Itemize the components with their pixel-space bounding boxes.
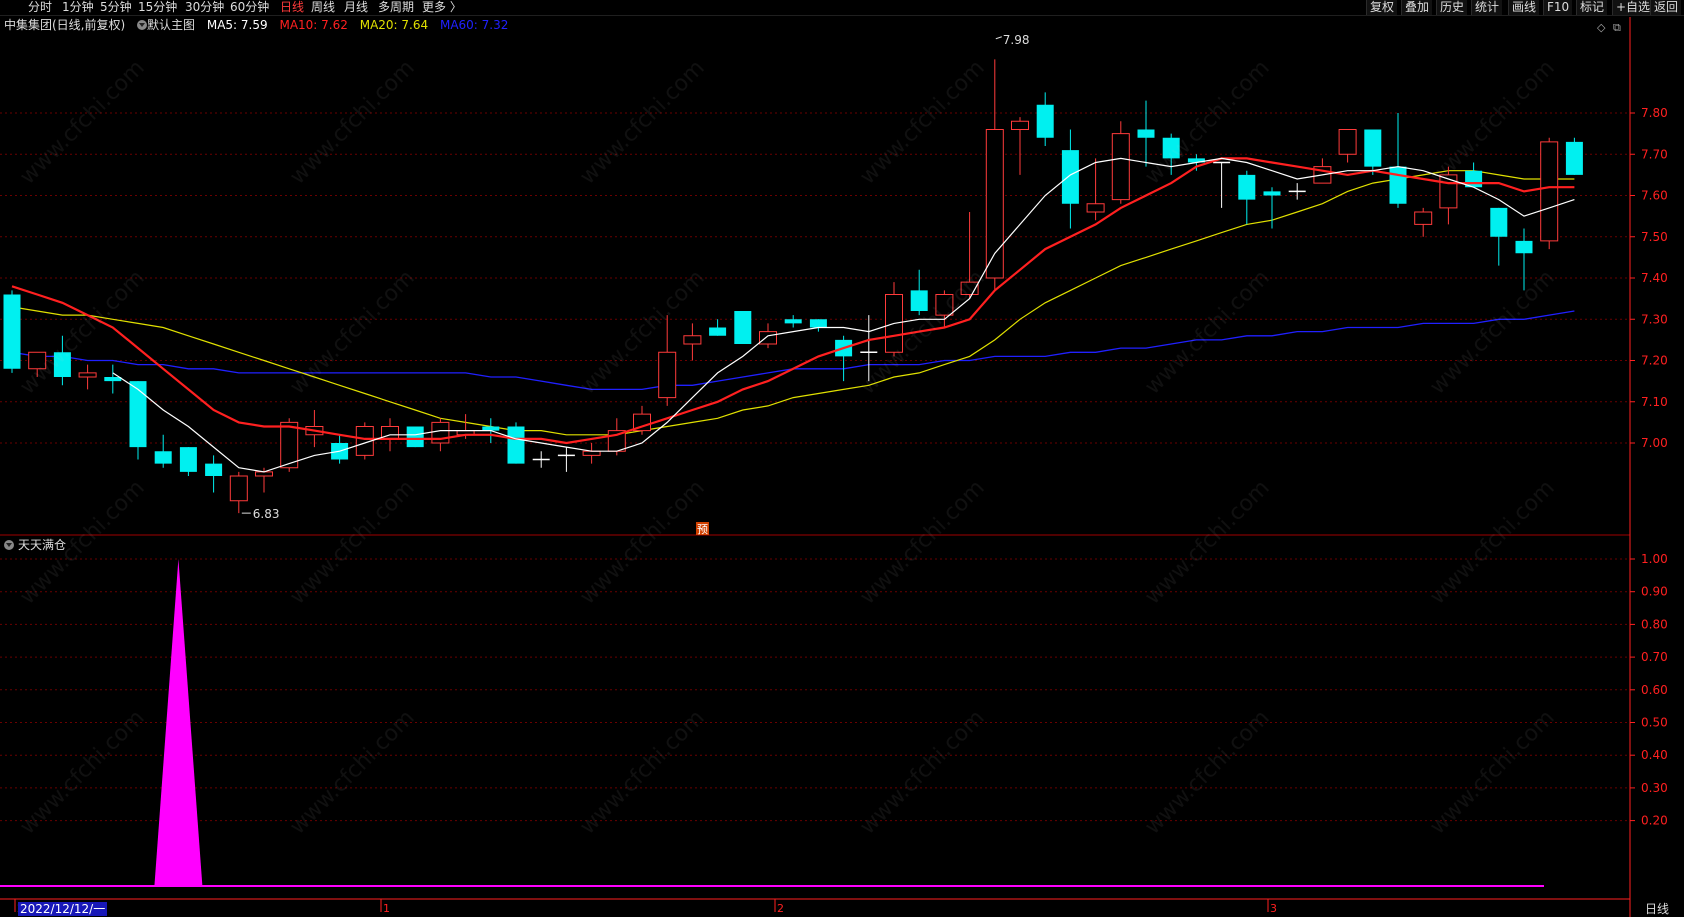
indicator-tick-label: 0.70: [1641, 650, 1668, 664]
ma60-value: MA60: 7.32: [439, 18, 509, 32]
candle-body: [53, 352, 71, 377]
ma5-value: MA5: 7.59: [206, 18, 268, 32]
candle-body: [759, 331, 777, 345]
ma5-line: [112, 157, 1575, 473]
price-tick-label: 7.60: [1641, 189, 1668, 203]
candle-body: [205, 463, 223, 476]
ma10-line: [11, 157, 1575, 445]
indicator-tick-label: 0.90: [1641, 585, 1668, 599]
candle-body: [1011, 120, 1029, 130]
candle-body: [910, 290, 928, 311]
candle-body: [935, 294, 954, 316]
candle-body: [709, 327, 727, 336]
month-tick-label: 3: [1270, 902, 1277, 915]
ma10-value: MA10: 7.62: [279, 18, 348, 32]
high-price-label: 7.98: [1003, 33, 1030, 47]
candle-body: [1565, 141, 1583, 175]
template-icon[interactable]: [137, 20, 148, 30]
indicator-tick-label: 1.00: [1641, 552, 1668, 566]
candle-body: [1162, 137, 1180, 159]
candle-body: [809, 319, 827, 328]
candle-body: [154, 451, 172, 464]
candle-body: [280, 421, 299, 469]
candle-body: [179, 447, 197, 472]
indicator-tick-label: 0.20: [1641, 814, 1668, 828]
indicator-name[interactable]: 天天满仓: [18, 538, 66, 552]
indicator-menu-icon[interactable]: [4, 540, 14, 550]
candle-body: [683, 335, 702, 345]
price-tick-label: 7.70: [1641, 147, 1668, 161]
candle-body: [1086, 203, 1105, 213]
month-tick-label: 1: [383, 902, 390, 915]
candle-body: [1036, 104, 1054, 138]
indicator-tick-label: 0.60: [1641, 683, 1668, 697]
candle-body: [658, 351, 677, 399]
candle-body: [734, 311, 752, 344]
indicator-tick-label: 0.50: [1641, 716, 1668, 730]
indicator-header: 天天满仓: [4, 537, 66, 553]
stock-title: 中集集团(日线,前复权): [4, 18, 126, 32]
candle-body: [784, 319, 802, 324]
template-name[interactable]: 默认主图: [147, 18, 195, 32]
candle-body: [1364, 129, 1382, 167]
indicator-tick-label: 0.40: [1641, 748, 1668, 762]
diamond-icon[interactable]: ◇: [1597, 21, 1605, 34]
candle-body: [406, 426, 424, 448]
candle-body: [78, 372, 97, 378]
candle-body: [1515, 240, 1533, 254]
candle-body: [985, 129, 1004, 279]
price-tick-label: 7.30: [1641, 312, 1668, 326]
price-tick-label: 7.50: [1641, 230, 1668, 244]
price-tick-label: 7.20: [1641, 354, 1668, 368]
kline-chart[interactable]: 7.80 7.70 7.60 7.50 7.40 7.30 7.20 7.10 7.00 1.00…: [0, 0, 1684, 917]
candle-body: [1061, 150, 1079, 204]
window-icon[interactable]: ⧉: [1613, 21, 1621, 35]
candle-body: [3, 294, 21, 369]
cursor-date-label: 2022/12/12/一: [18, 902, 108, 916]
price-tick-label: 7.80: [1641, 106, 1668, 120]
candle-body: [229, 475, 248, 502]
candle-body: [1540, 141, 1559, 242]
price-tick-label: 7.00: [1641, 436, 1668, 450]
candle-body: [1137, 129, 1155, 138]
candle-body: [1389, 166, 1407, 204]
candle-body: [582, 450, 601, 456]
candle-body: [104, 377, 122, 382]
candle-body: [1490, 207, 1508, 237]
candle-body: [1263, 191, 1281, 196]
price-tick-label: 7.40: [1641, 271, 1668, 285]
indicator-tick-label: 0.30: [1641, 781, 1668, 795]
candle-body: [1111, 133, 1130, 201]
candle-body: [129, 381, 147, 448]
candle-body: [28, 351, 47, 370]
ma-info-bar: 中集集团(日线,前复权) 默认主图 MA5: 7.59 MA10: 7.62 M…: [0, 17, 508, 33]
period-label[interactable]: 日线: [1630, 901, 1684, 917]
month-tick-label: 2: [777, 902, 784, 915]
candle-body: [1439, 174, 1458, 209]
pre-badge-label: 预: [697, 523, 708, 536]
low-price-label: 6.83: [253, 507, 280, 521]
candle-body: [1414, 211, 1433, 225]
candle-body: [507, 426, 525, 464]
ma20-value: MA20: 7.64: [359, 18, 429, 32]
candle-body: [1238, 174, 1256, 200]
high-price-arrow: [995, 36, 1002, 40]
ma20-line: [11, 170, 1575, 436]
price-tick-label: 7.10: [1641, 395, 1668, 409]
candle-body: [1338, 129, 1357, 155]
indicator-tick-label: 0.80: [1641, 617, 1668, 631]
